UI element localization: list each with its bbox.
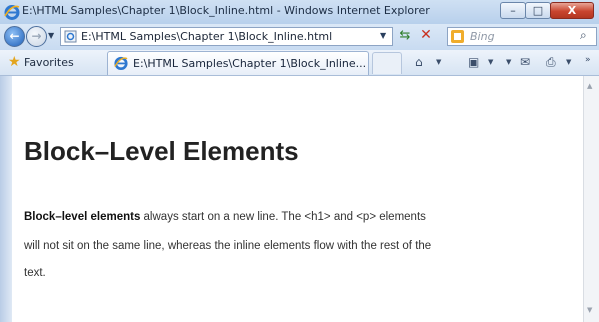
tab-block-inline[interactable]: E:\HTML Samples\Chapter 1\Block_Inline..… xyxy=(107,51,369,75)
search-icon[interactable]: ⌕ xyxy=(580,28,587,43)
window-left-border xyxy=(0,76,12,322)
back-arrow-icon[interactable]: ← xyxy=(4,26,25,47)
paragraph-line-1: Block–level elements always start on a n… xyxy=(24,211,426,223)
page-viewport-top xyxy=(12,76,583,110)
home-dropdown-icon[interactable]: ▼ xyxy=(436,58,441,66)
stop-icon[interactable]: ✕ xyxy=(417,27,435,45)
favorites-star-icon[interactable]: ★ xyxy=(8,54,21,70)
print-icon[interactable]: ⎙ xyxy=(546,55,556,70)
tab-label: E:\HTML Samples\Chapter 1\Block_Inline..… xyxy=(133,57,367,70)
scroll-up-icon[interactable]: ▲ xyxy=(587,82,592,90)
vertical-scrollbar[interactable] xyxy=(583,76,599,322)
close-button[interactable]: X xyxy=(550,2,594,19)
forward-arrow-icon[interactable]: → xyxy=(26,26,47,47)
page-heading: Block–Level Elements xyxy=(24,136,299,166)
new-tab-button[interactable] xyxy=(372,52,402,74)
title-bar: E:\HTML Samples\Chapter 1\Block_Inline.h… xyxy=(0,0,599,24)
favorites-bar: ★ Favorites E:\HTML Samples\Chapter 1\Bl… xyxy=(0,50,599,76)
scroll-down-icon[interactable]: ▼ xyxy=(587,306,592,314)
address-toolbar: ← → ▼ E:\HTML Samples\Chapter 1\Block_In… xyxy=(0,24,599,50)
bold-term: Block–level elements xyxy=(24,211,141,223)
more-tools-icon[interactable]: » xyxy=(585,55,591,65)
favorites-button[interactable]: Favorites xyxy=(24,56,74,69)
search-placeholder: Bing xyxy=(470,30,495,43)
mail-icon[interactable]: ✉ xyxy=(520,55,530,69)
print-dropdown-icon[interactable]: ▼ xyxy=(566,58,571,66)
window-title: E:\HTML Samples\Chapter 1\Block_Inline.h… xyxy=(22,4,430,17)
page-icon xyxy=(64,30,77,43)
paragraph-line-3: text. xyxy=(24,267,46,279)
ie-logo-icon xyxy=(4,5,20,20)
mail-dropdown-icon[interactable]: ▼ xyxy=(506,58,511,66)
address-dropdown-icon[interactable]: ▼ xyxy=(380,31,386,40)
feed-dropdown-icon[interactable]: ▼ xyxy=(488,58,493,66)
address-url: E:\HTML Samples\Chapter 1\Block_Inline.h… xyxy=(81,30,333,43)
home-icon[interactable]: ⌂ xyxy=(415,55,423,69)
paragraph-line-2: will not sit on the same line, whereas t… xyxy=(24,240,432,252)
bing-icon xyxy=(451,30,464,43)
refresh-icon[interactable]: ⇆ xyxy=(395,28,415,46)
maximize-button[interactable]: □ xyxy=(525,2,551,19)
ie-tab-icon xyxy=(114,56,128,70)
feed-icon[interactable]: ▣ xyxy=(468,55,479,69)
search-input[interactable]: Bing ⌕ xyxy=(447,27,597,46)
paragraph-text: always start on a new line. The <h1> and… xyxy=(140,211,426,223)
minimize-button[interactable]: – xyxy=(500,2,526,19)
history-dropdown-icon[interactable]: ▼ xyxy=(48,31,54,40)
address-input[interactable]: E:\HTML Samples\Chapter 1\Block_Inline.h… xyxy=(60,27,393,46)
